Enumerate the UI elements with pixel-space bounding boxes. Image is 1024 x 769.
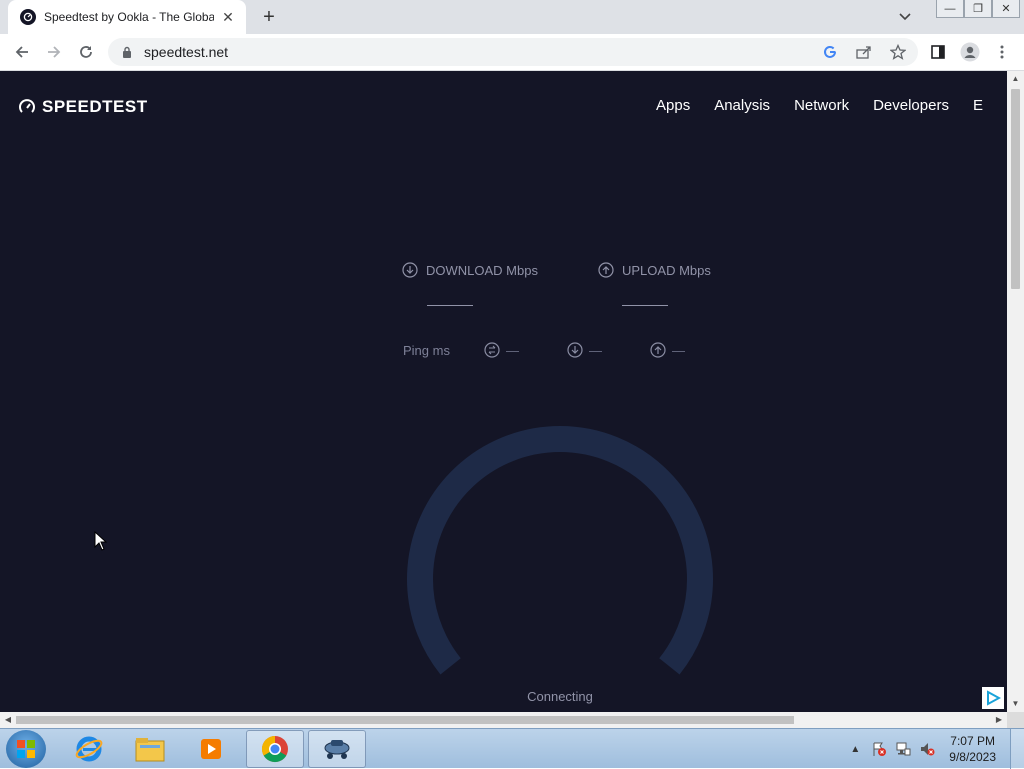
minimize-button[interactable]: —: [936, 0, 964, 18]
network-status-icon[interactable]: [893, 741, 913, 757]
speedtest-logo[interactable]: SPEEDTEST: [18, 97, 148, 117]
upload-metric: UPLOAD Mbps: [598, 262, 711, 278]
ping-download-value: —: [567, 342, 602, 358]
upload-label: UPLOAD Mbps: [622, 262, 711, 278]
nav-developers[interactable]: Developers: [873, 97, 949, 114]
taskbar-internet-explorer[interactable]: [60, 730, 118, 768]
ping-download-icon: [567, 342, 583, 358]
back-arrow-icon[interactable]: [8, 38, 36, 66]
side-panel-icon[interactable]: [924, 38, 952, 66]
taskbar-network-app[interactable]: [308, 730, 366, 768]
nav-apps[interactable]: Apps: [656, 97, 690, 114]
browser-tab[interactable]: Speedtest by Ookla - The Global ✕: [8, 0, 246, 34]
internet-explorer-icon: [75, 736, 103, 762]
folder-icon: [135, 738, 165, 762]
tab-close-icon[interactable]: ✕: [220, 9, 236, 25]
horizontal-scroll-thumb[interactable]: [16, 716, 794, 724]
horizontal-scrollbar[interactable]: ◀ ▶: [0, 712, 1007, 728]
download-label: DOWNLOAD Mbps: [426, 262, 538, 278]
browser-toolbar: speedtest.net: [0, 34, 1024, 71]
more-menu-icon[interactable]: [988, 38, 1016, 66]
mouse-cursor-icon: [94, 531, 108, 551]
profile-avatar-icon[interactable]: [956, 38, 984, 66]
jitter-icon: [484, 342, 500, 358]
speedometer-logo-icon: [19, 99, 35, 113]
windows-taskbar: ▲ 7:07 PM 9/8/2023: [0, 728, 1024, 769]
nav-network[interactable]: Network: [794, 97, 849, 114]
show-desktop-button[interactable]: [1010, 729, 1024, 769]
show-hidden-icons-icon[interactable]: ▲: [845, 741, 865, 757]
ping-upload-value: —: [650, 342, 685, 358]
vertical-scroll-thumb[interactable]: [1011, 89, 1020, 289]
jitter-value: —: [484, 342, 519, 358]
download-arrow-icon: [402, 262, 418, 278]
ping-download-dash: —: [588, 342, 602, 358]
jitter-dash: —: [505, 342, 519, 358]
nav-analysis[interactable]: Analysis: [714, 97, 770, 114]
taskbar-media-player[interactable]: [182, 730, 240, 768]
restore-button[interactable]: ❐: [964, 0, 992, 18]
reload-icon[interactable]: [72, 38, 100, 66]
speedtest-page: SPEEDTEST Apps Analysis Network Develope…: [0, 71, 1007, 712]
speedtest-favicon-icon: [20, 9, 36, 25]
media-player-icon: [201, 739, 221, 759]
network-app-icon: [324, 740, 350, 759]
scroll-down-arrow-icon[interactable]: ▼: [1011, 699, 1020, 709]
scroll-left-arrow-icon[interactable]: ◀: [3, 715, 13, 725]
address-bar[interactable]: speedtest.net: [108, 38, 918, 66]
adchoices-icon[interactable]: [982, 687, 1004, 709]
start-button[interactable]: [6, 730, 46, 768]
volume-muted-icon[interactable]: [917, 741, 937, 757]
ping-upload-dash: —: [671, 342, 685, 358]
url-text[interactable]: speedtest.net: [144, 44, 816, 60]
speed-gauge: [407, 426, 713, 675]
ping-upload-icon: [650, 342, 666, 358]
tab-strip: Speedtest by Ookla - The Global ✕ + — ❐ …: [0, 0, 1024, 34]
download-metric: DOWNLOAD Mbps: [402, 262, 538, 278]
chrome-icon: [261, 735, 288, 763]
google-lens-icon[interactable]: [816, 38, 844, 66]
window-controls: — ❐ ✕: [936, 0, 1020, 18]
lock-icon[interactable]: [120, 45, 134, 59]
system-clock[interactable]: 7:07 PM 9/8/2023: [949, 733, 996, 765]
ping-label: Ping ms: [403, 342, 450, 358]
close-window-button[interactable]: ✕: [992, 0, 1020, 18]
tab-search-chevron-icon[interactable]: [896, 8, 914, 26]
upload-value-placeholder: [622, 305, 668, 306]
windows-logo-icon: [17, 740, 35, 758]
taskbar-file-explorer[interactable]: [121, 730, 179, 768]
share-icon[interactable]: [850, 38, 878, 66]
clock-date: 9/8/2023: [949, 750, 996, 764]
scrollbar-corner: [1007, 712, 1024, 728]
main-nav: Apps Analysis Network Developers E: [656, 97, 983, 114]
system-tray: ▲ 7:07 PM 9/8/2023: [845, 729, 996, 769]
upload-arrow-icon: [598, 262, 614, 278]
download-value-placeholder: [427, 305, 473, 306]
ping-row: Ping ms — — —: [403, 342, 733, 358]
forward-arrow-icon[interactable]: [40, 38, 68, 66]
new-tab-button[interactable]: +: [258, 6, 280, 28]
clock-time: 7:07 PM: [950, 734, 995, 748]
logo-text: SPEEDTEST: [42, 97, 148, 116]
bookmark-star-icon[interactable]: [884, 38, 912, 66]
tab-title: Speedtest by Ookla - The Global: [44, 10, 214, 24]
connecting-status: Connecting: [527, 689, 593, 704]
taskbar-chrome[interactable]: [246, 730, 304, 768]
scroll-up-arrow-icon[interactable]: ▲: [1011, 74, 1020, 84]
action-center-flag-icon[interactable]: [869, 741, 889, 757]
scroll-right-arrow-icon[interactable]: ▶: [994, 715, 1004, 725]
vertical-scrollbar[interactable]: ▲ ▼: [1007, 71, 1024, 712]
nav-enterprise-truncated[interactable]: E: [973, 97, 983, 114]
